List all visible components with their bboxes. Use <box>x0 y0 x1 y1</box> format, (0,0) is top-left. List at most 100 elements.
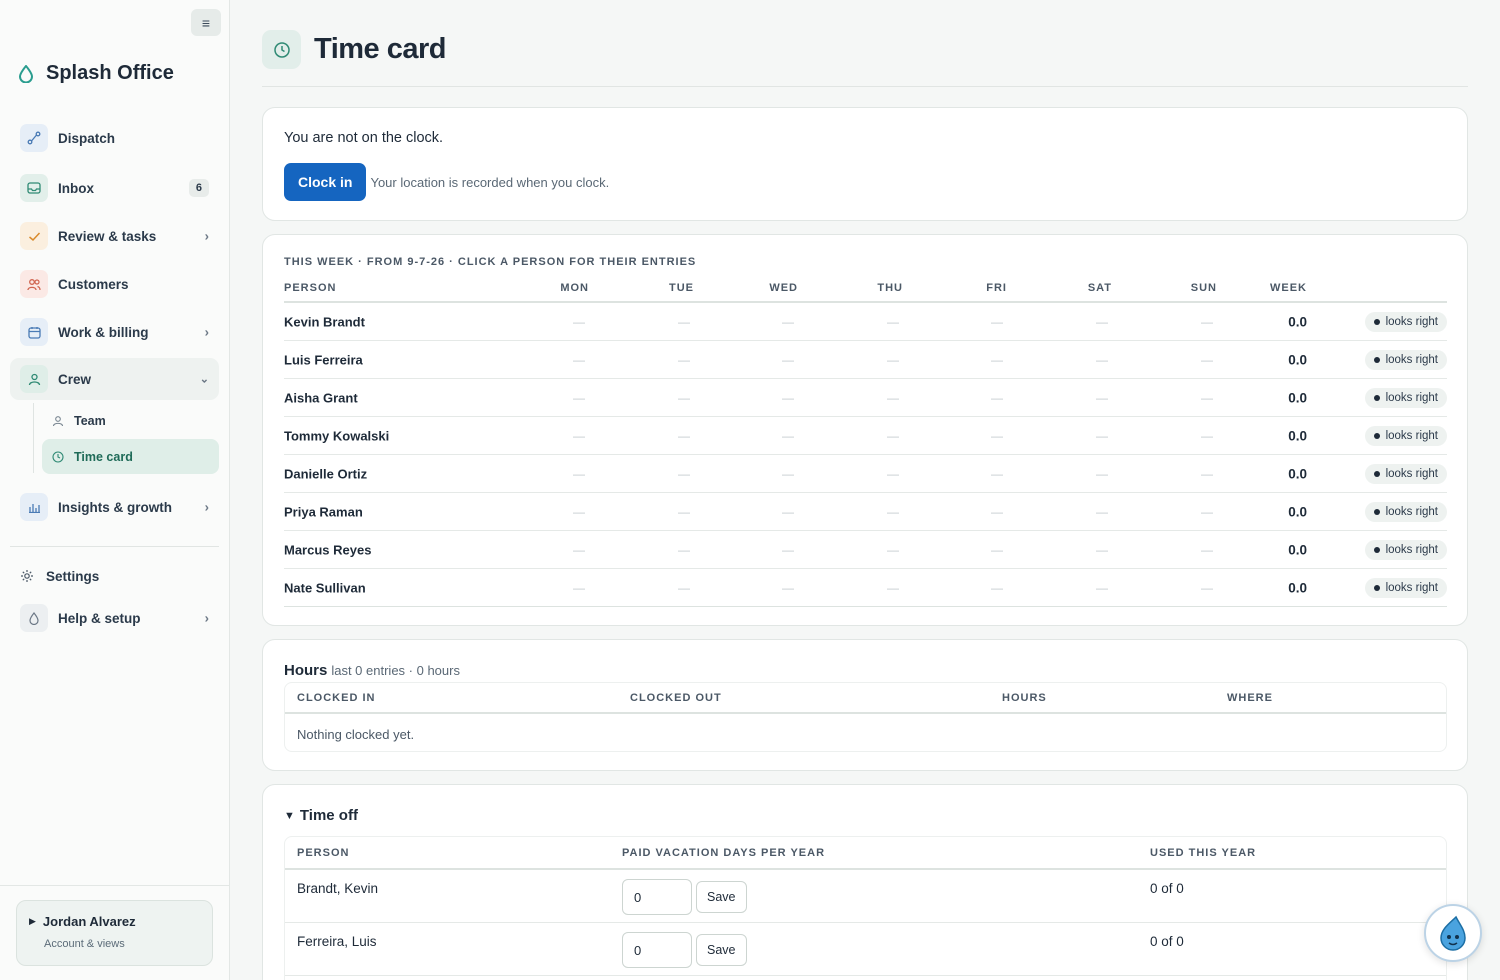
chevron-right-icon: › <box>204 324 209 340</box>
person-name[interactable]: Nate Sullivan <box>284 580 366 595</box>
col-clocked-in: Clocked in <box>297 691 376 704</box>
day-hours: — <box>991 314 1003 329</box>
sidebar-item-label: Team <box>74 413 106 428</box>
clock-card: You are not on the clock. Clock in Your … <box>262 107 1468 221</box>
day-hours: — <box>678 580 690 595</box>
person-name[interactable]: Danielle Ortiz <box>284 466 367 481</box>
hours-card: Hours last 0 entries · 0 hours Clocked i… <box>262 639 1468 771</box>
vacation-days-input[interactable]: 0 <box>622 879 692 915</box>
sidebar-item-help-setup[interactable]: Help & setup › <box>10 598 219 638</box>
day-hours: — <box>1096 542 1108 557</box>
day-hours: — <box>887 466 899 481</box>
clock-in-button[interactable]: Clock in <box>284 163 367 201</box>
status-badge: looks right <box>1364 539 1447 560</box>
col-person: Person <box>297 846 350 859</box>
day-hours: — <box>1096 466 1108 481</box>
vacation-days-input[interactable]: 0 <box>622 932 692 968</box>
person-name: Brandt, Kevin <box>297 881 379 896</box>
table-row[interactable]: Marcus Reyes — — — — — — — 0.0 looks right <box>284 531 1447 569</box>
clock-icon <box>262 30 301 69</box>
person-name[interactable]: Priya Raman <box>284 504 363 519</box>
table-row[interactable]: Nate Sullivan — — — — — — — 0.0 looks right <box>284 569 1447 607</box>
page-header: Time card <box>262 30 446 69</box>
week-total: 0.0 <box>1288 580 1307 595</box>
status-dot <box>1373 546 1380 553</box>
person-name[interactable]: Luis Ferreira <box>284 352 363 367</box>
status-dot <box>1373 432 1380 439</box>
inbox-icon <box>20 174 48 202</box>
day-hours: — <box>573 390 585 405</box>
table-row[interactable]: Luis Ferreira — — — — — — — 0.0 looks right <box>284 341 1447 379</box>
week-total: 0.0 <box>1288 542 1307 557</box>
day-hours: — <box>678 314 690 329</box>
day-hours: — <box>573 466 585 481</box>
save-button[interactable]: Save <box>696 881 747 913</box>
col-wed: Wed <box>769 282 798 294</box>
day-hours: — <box>991 390 1003 405</box>
col-tue: Tue <box>669 282 694 294</box>
chart-icon <box>20 493 48 521</box>
day-hours: — <box>678 428 690 443</box>
sidebar-item-review-tasks[interactable]: Review & tasks › <box>10 216 219 256</box>
day-hours: — <box>1201 466 1213 481</box>
collapse-sidebar-button[interactable]: ≡ <box>191 9 221 36</box>
status-badge: looks right <box>1364 501 1447 522</box>
save-button[interactable]: Save <box>696 934 747 966</box>
person-name[interactable]: Tommy Kowalski <box>284 428 389 443</box>
table-row[interactable]: Danielle Ortiz — — — — — — — 0.0 looks right <box>284 455 1447 493</box>
week-total: 0.0 <box>1288 314 1307 329</box>
chevron-down-icon: ⌄ <box>199 373 209 386</box>
sidebar-item-team[interactable]: Team <box>42 403 219 438</box>
day-hours: — <box>573 428 585 443</box>
col-hours: Hours <box>1002 691 1047 704</box>
timeoff-title: Time off <box>299 807 358 824</box>
status-text: looks right <box>1385 467 1438 480</box>
day-hours: — <box>1096 504 1108 519</box>
page-title: Time card <box>314 33 446 65</box>
nav-lower: Insights & growth › <box>10 487 219 527</box>
status-text: looks right <box>1385 315 1438 328</box>
sidebar-item-dispatch[interactable]: Dispatch <box>10 118 219 158</box>
sidebar-item-crew[interactable]: Crew ⌄ <box>10 358 219 400</box>
status-dot <box>1373 356 1380 363</box>
status-badge: looks right <box>1364 349 1447 370</box>
day-hours: — <box>887 504 899 519</box>
week-table: Person Mon Tue Wed Thu Fri Sat Sun Week … <box>284 275 1447 607</box>
table-row[interactable]: Aisha Grant — — — — — — — 0.0 looks right <box>284 379 1447 417</box>
sidebar-item-time-card[interactable]: Time card <box>42 439 219 474</box>
status-text: looks right <box>1385 543 1438 556</box>
day-hours: — <box>1096 580 1108 595</box>
sidebar-item-settings[interactable]: Settings <box>10 556 219 596</box>
sidebar-item-customers[interactable]: Customers <box>10 264 219 304</box>
clock-icon <box>52 450 64 463</box>
user-account-card[interactable]: ▶ Jordan Alvarez Account & views <box>16 900 213 966</box>
day-hours: — <box>1096 314 1108 329</box>
table-row[interactable]: Priya Raman — — — — — — — 0.0 looks right <box>284 493 1447 531</box>
timeoff-toggle[interactable]: ▼ Time off <box>284 807 358 824</box>
table-row[interactable]: Kevin Brandt — — — — — — — 0.0 looks right <box>284 303 1447 341</box>
sidebar: ≡ Splash Office Dispatch Inbox 6 Review … <box>0 0 230 980</box>
sidebar-item-work-billing[interactable]: Work & billing › <box>10 312 219 352</box>
day-hours: — <box>782 504 794 519</box>
calendar-icon <box>20 318 48 346</box>
day-hours: — <box>573 504 585 519</box>
brand[interactable]: Splash Office <box>18 62 174 85</box>
person-name[interactable]: Kevin Brandt <box>284 314 365 329</box>
assistant-button[interactable] <box>1424 904 1482 962</box>
day-hours: — <box>782 542 794 557</box>
status-text: looks right <box>1385 505 1438 518</box>
sidebar-item-inbox[interactable]: Inbox 6 <box>10 168 219 208</box>
week-rows: Kevin Brandt — — — — — — —0.0 looks right Luis Fe… <box>284 303 1447 607</box>
status-dot <box>1373 584 1380 591</box>
person-icon <box>52 415 64 426</box>
clock-status: You are not on the clock. <box>284 130 444 146</box>
day-hours: — <box>1201 428 1213 443</box>
sidebar-item-insights-growth[interactable]: Insights & growth › <box>10 487 219 527</box>
day-hours: — <box>887 390 899 405</box>
table-row[interactable]: Tommy Kowalski — — — — — — — 0.0 looks right <box>284 417 1447 455</box>
used-this-year: 0 of 0 <box>1150 881 1184 896</box>
person-name[interactable]: Marcus Reyes <box>284 542 371 557</box>
status-badge: looks right <box>1364 463 1447 484</box>
day-hours: — <box>782 580 794 595</box>
person-name[interactable]: Aisha Grant <box>284 390 358 405</box>
